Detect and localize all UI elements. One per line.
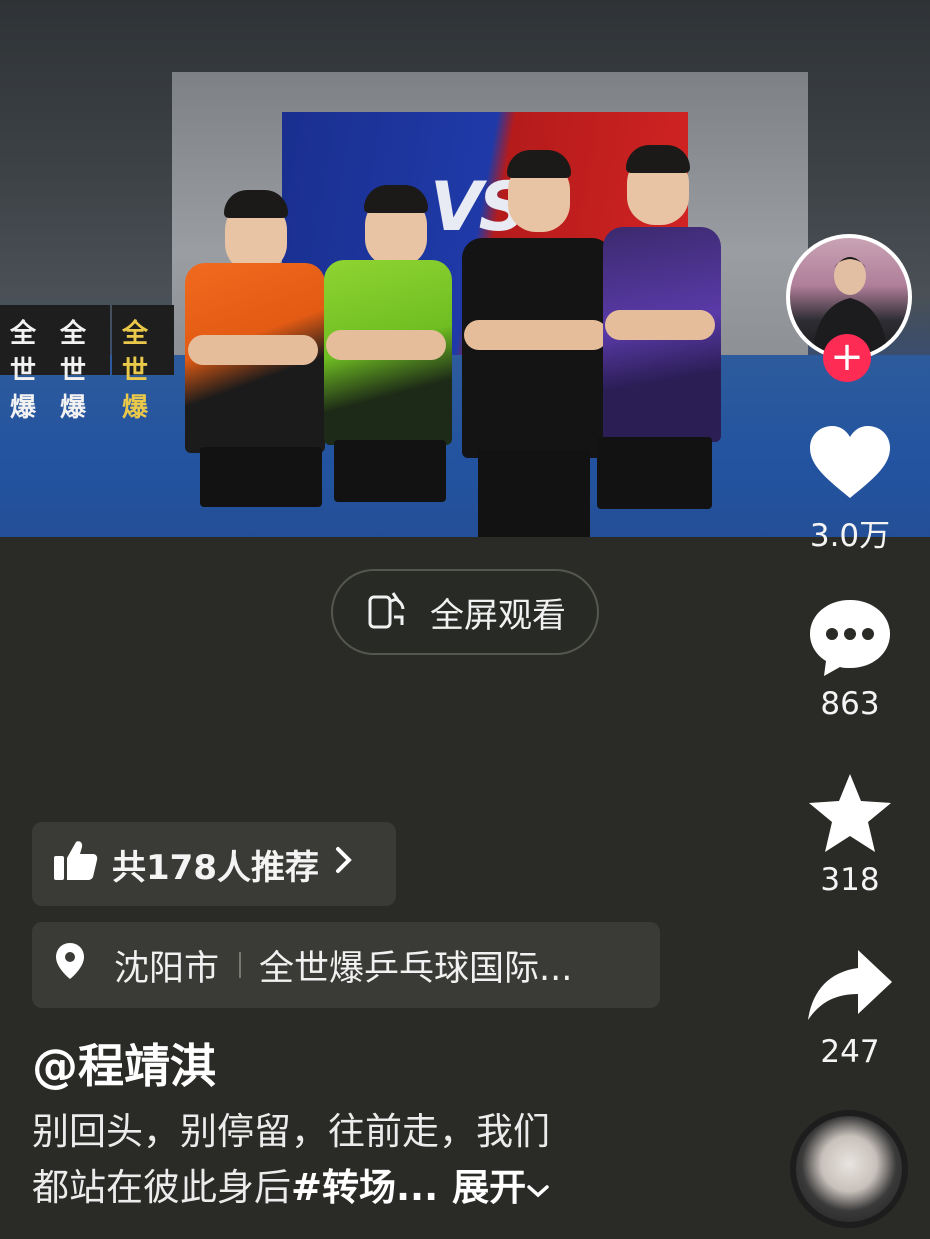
heart-icon: [808, 424, 892, 506]
location-bar[interactable]: 沈阳市 全世爆乒乓球国际...: [32, 922, 660, 1008]
share-count: 247: [820, 1034, 880, 1070]
post-description: 别回头，别停留，往前走，我们 都站在彼此身后#转场... 展开: [32, 1104, 672, 1216]
location-city: 沈阳市: [114, 948, 220, 989]
desc-line: 都站在彼此身后#转场... 展开: [32, 1160, 672, 1216]
recommend-bar[interactable]: 共178人推荐: [32, 822, 396, 906]
comment-count: 863: [820, 686, 880, 722]
favorite-button[interactable]: 318: [800, 772, 900, 898]
comment-bubble-icon: [808, 598, 892, 682]
star-icon: [807, 772, 893, 858]
favorite-count: 318: [820, 862, 880, 898]
wall-banner: 全世爆: [0, 305, 50, 423]
author-avatar[interactable]: +: [786, 234, 912, 382]
fullscreen-button[interactable]: 全屏观看: [331, 569, 599, 655]
recommend-label: 共178人推荐: [112, 847, 319, 888]
rotate-screen-icon: [364, 585, 410, 640]
desc-line: 别回头，别停留，往前走，我们: [32, 1110, 550, 1153]
like-count: 3.0万: [809, 518, 891, 554]
comment-button[interactable]: 863: [800, 598, 900, 722]
desc-text: 都站在彼此身后: [32, 1166, 291, 1209]
author-name[interactable]: @程靖淇: [32, 1030, 216, 1096]
share-arrow-icon: [806, 946, 894, 1030]
fullscreen-label: 全屏观看: [430, 595, 566, 636]
thumbs-up-icon: [52, 838, 98, 891]
location-pin-icon: [54, 941, 86, 990]
like-button[interactable]: 3.0万: [800, 424, 900, 555]
expand-button[interactable]: 展开: [452, 1166, 550, 1209]
location-place: 全世爆乒乓球国际...: [259, 948, 573, 989]
share-button[interactable]: 247: [800, 946, 900, 1070]
wall-banner: 全世爆: [50, 305, 110, 423]
hashtag-link[interactable]: #转场...: [291, 1166, 438, 1209]
chevron-right-icon: [333, 844, 355, 884]
follow-button[interactable]: +: [823, 334, 871, 382]
music-disc[interactable]: [790, 1110, 908, 1228]
wall-banner: 全世爆: [112, 305, 174, 423]
expand-label: 展开: [452, 1166, 527, 1209]
divider: [239, 952, 242, 978]
chevron-down-icon: [526, 1166, 550, 1209]
